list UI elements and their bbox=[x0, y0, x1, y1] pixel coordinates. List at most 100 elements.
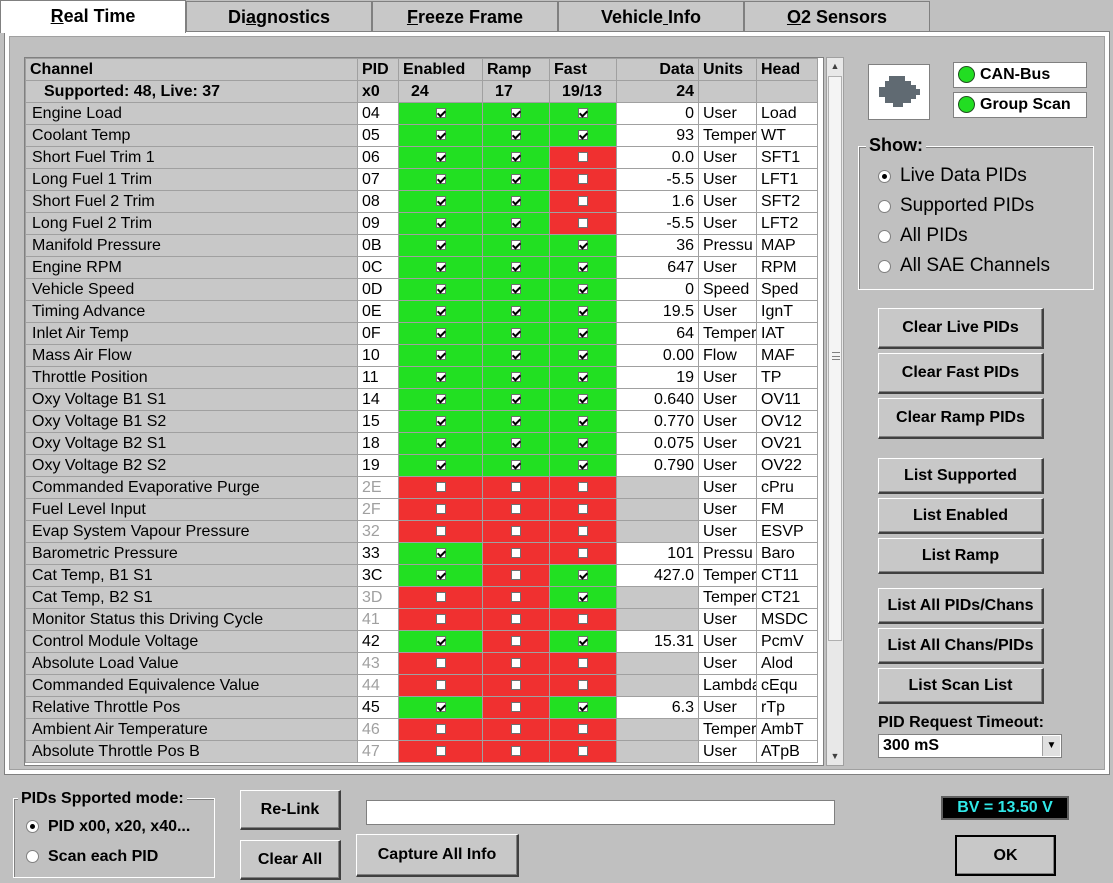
enabled-checkbox[interactable] bbox=[435, 724, 446, 735]
enabled-cell[interactable] bbox=[398, 146, 483, 169]
grid-scrollbar[interactable]: ▲ ▼ bbox=[826, 57, 844, 766]
chevron-down-icon[interactable]: ▼ bbox=[1042, 736, 1060, 756]
enabled-checkbox[interactable] bbox=[435, 548, 446, 559]
fast-checkbox[interactable] bbox=[578, 460, 588, 471]
enabled-cell[interactable] bbox=[398, 300, 483, 323]
enabled-checkbox[interactable] bbox=[435, 130, 446, 141]
ramp-checkbox[interactable] bbox=[511, 416, 521, 427]
list-scan-list-button[interactable]: List Scan List bbox=[878, 668, 1044, 704]
table-row[interactable]: Long Fuel 2 Trim 09 -5.5 User LFT2 bbox=[25, 212, 818, 235]
fast-checkbox[interactable] bbox=[578, 570, 588, 581]
show-all-sae-radio[interactable]: All SAE Channels bbox=[876, 255, 1050, 277]
ramp-cell[interactable] bbox=[482, 212, 550, 235]
enabled-checkbox[interactable] bbox=[435, 614, 446, 625]
table-row[interactable]: Monitor Status this Driving Cycle 41 User M… bbox=[25, 608, 818, 631]
enabled-cell[interactable] bbox=[398, 366, 483, 389]
ramp-cell[interactable] bbox=[482, 410, 550, 433]
fast-checkbox[interactable] bbox=[578, 328, 588, 339]
col-header-pid[interactable]: PID bbox=[357, 58, 399, 81]
ramp-checkbox[interactable] bbox=[511, 702, 521, 713]
fast-checkbox[interactable] bbox=[578, 724, 588, 735]
mode-scan-each-radio[interactable]: Scan each PID bbox=[24, 846, 158, 868]
ramp-checkbox[interactable] bbox=[511, 240, 521, 251]
list-ramp-button[interactable]: List Ramp bbox=[878, 538, 1044, 574]
ramp-cell[interactable] bbox=[482, 454, 550, 477]
fast-cell[interactable] bbox=[549, 366, 617, 389]
enabled-checkbox[interactable] bbox=[435, 504, 446, 515]
ramp-cell[interactable] bbox=[482, 696, 550, 719]
enabled-cell[interactable] bbox=[398, 344, 483, 367]
enabled-checkbox[interactable] bbox=[435, 152, 446, 163]
ramp-cell[interactable] bbox=[482, 344, 550, 367]
fast-cell[interactable] bbox=[549, 344, 617, 367]
ramp-cell[interactable] bbox=[482, 300, 550, 323]
enabled-cell[interactable] bbox=[398, 432, 483, 455]
enabled-checkbox[interactable] bbox=[435, 460, 446, 471]
fast-cell[interactable] bbox=[549, 718, 617, 741]
enabled-checkbox[interactable] bbox=[435, 218, 446, 229]
fast-checkbox[interactable] bbox=[578, 482, 588, 493]
tab-vehicle-info[interactable]: Vehicle Info bbox=[558, 1, 744, 32]
table-row[interactable]: Timing Advance 0E 19.5 User IgnT bbox=[25, 300, 818, 323]
ramp-checkbox[interactable] bbox=[511, 592, 521, 603]
table-row[interactable]: Fuel Level Input 2F User FM bbox=[25, 498, 818, 521]
table-row[interactable]: Coolant Temp 05 93 Temper WT bbox=[25, 124, 818, 147]
table-row[interactable]: Oxy Voltage B1 S1 14 0.640 User OV11 bbox=[25, 388, 818, 411]
fast-checkbox[interactable] bbox=[578, 636, 588, 647]
table-row[interactable]: Oxy Voltage B2 S1 18 0.075 User OV21 bbox=[25, 432, 818, 455]
scroll-thumb[interactable] bbox=[828, 76, 842, 641]
fast-checkbox[interactable] bbox=[578, 592, 588, 603]
ramp-checkbox[interactable] bbox=[511, 438, 521, 449]
show-supported-radio[interactable]: Supported PIDs bbox=[876, 195, 1034, 217]
enabled-cell[interactable] bbox=[398, 212, 483, 235]
fast-cell[interactable] bbox=[549, 586, 617, 609]
fast-checkbox[interactable] bbox=[578, 350, 588, 361]
ramp-checkbox[interactable] bbox=[511, 306, 521, 317]
fast-checkbox[interactable] bbox=[578, 108, 588, 119]
fast-cell[interactable] bbox=[549, 278, 617, 301]
enabled-checkbox[interactable] bbox=[435, 680, 446, 691]
enabled-checkbox[interactable] bbox=[435, 746, 446, 757]
scroll-down-icon[interactable]: ▼ bbox=[827, 748, 843, 765]
ramp-cell[interactable] bbox=[482, 740, 550, 763]
tab-o2-sensors[interactable]: O2 Sensors bbox=[744, 1, 930, 32]
enabled-checkbox[interactable] bbox=[435, 306, 446, 317]
ramp-cell[interactable] bbox=[482, 630, 550, 653]
fast-checkbox[interactable] bbox=[578, 372, 588, 383]
mode-pid-x00-radio[interactable]: PID x00, x20, x40... bbox=[24, 816, 190, 838]
enabled-checkbox[interactable] bbox=[435, 636, 446, 647]
enabled-cell[interactable] bbox=[398, 454, 483, 477]
enabled-cell[interactable] bbox=[398, 102, 483, 125]
ramp-checkbox[interactable] bbox=[511, 724, 521, 735]
ramp-cell[interactable] bbox=[482, 278, 550, 301]
ramp-cell[interactable] bbox=[482, 674, 550, 697]
ramp-checkbox[interactable] bbox=[511, 548, 521, 559]
ramp-cell[interactable] bbox=[482, 190, 550, 213]
clear-live-pids-button[interactable]: Clear Live PIDs bbox=[878, 308, 1044, 349]
ramp-cell[interactable] bbox=[482, 564, 550, 587]
enabled-cell[interactable] bbox=[398, 608, 483, 631]
fast-checkbox[interactable] bbox=[578, 196, 588, 207]
ramp-checkbox[interactable] bbox=[511, 658, 521, 669]
list-enabled-button[interactable]: List Enabled bbox=[878, 498, 1044, 534]
enabled-cell[interactable] bbox=[398, 630, 483, 653]
ramp-cell[interactable] bbox=[482, 388, 550, 411]
fast-cell[interactable] bbox=[549, 124, 617, 147]
enabled-checkbox[interactable] bbox=[435, 174, 446, 185]
clear-ramp-pids-button[interactable]: Clear Ramp PIDs bbox=[878, 398, 1044, 439]
ramp-checkbox[interactable] bbox=[511, 284, 521, 295]
table-row[interactable]: Cat Temp, B2 S1 3D Temper CT21 bbox=[25, 586, 818, 609]
fast-cell[interactable] bbox=[549, 740, 617, 763]
table-row[interactable]: Commanded Equivalence Value 44 Lambda cEqu bbox=[25, 674, 818, 697]
enabled-cell[interactable] bbox=[398, 234, 483, 257]
ramp-checkbox[interactable] bbox=[511, 218, 521, 229]
ramp-checkbox[interactable] bbox=[511, 746, 521, 757]
fast-cell[interactable] bbox=[549, 234, 617, 257]
enabled-cell[interactable] bbox=[398, 542, 483, 565]
table-row[interactable]: Vehicle Speed 0D 0 Speed Sped bbox=[25, 278, 818, 301]
ramp-cell[interactable] bbox=[482, 146, 550, 169]
ramp-checkbox[interactable] bbox=[511, 262, 521, 273]
table-row[interactable]: Control Module Voltage 42 15.31 User PcmV bbox=[25, 630, 818, 653]
enabled-checkbox[interactable] bbox=[435, 284, 446, 295]
show-live-data-radio[interactable]: Live Data PIDs bbox=[876, 165, 1027, 187]
